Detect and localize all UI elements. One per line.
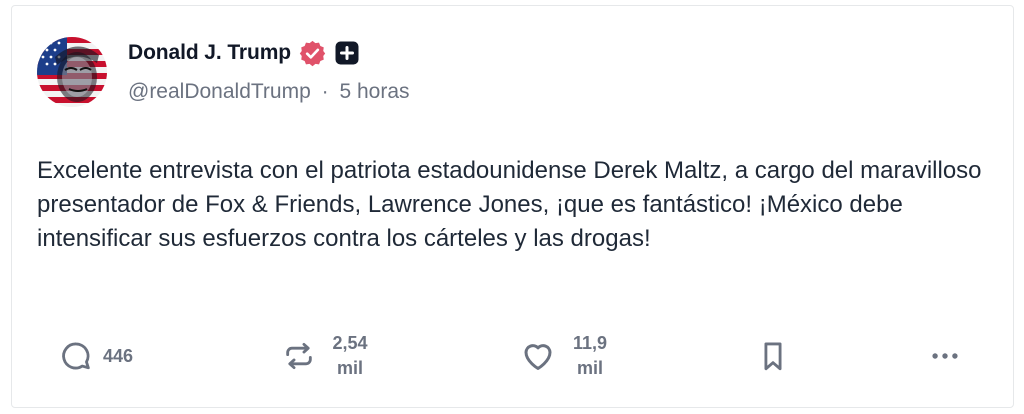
action-bar: 446 2,54 mil 11,9 mil xyxy=(12,326,1013,386)
author-handle[interactable]: @realDonaldTrump xyxy=(128,80,311,103)
post-card[interactable]: Donald J. Trump @realDonaldTrump · 5 hor… xyxy=(11,5,1014,408)
post-text: Excelente entrevista con el patriota est… xyxy=(37,157,982,252)
heart-icon xyxy=(524,344,552,370)
meta-separator: · xyxy=(321,80,329,103)
avatar-image xyxy=(37,37,107,107)
author-row: Donald J. Trump xyxy=(128,36,359,70)
more-dots-icon xyxy=(932,353,958,359)
post-meta: @realDonaldTrump · 5 horas xyxy=(128,80,410,104)
repost-button[interactable]: 2,54 mil xyxy=(282,326,374,386)
repost-count: 2,54 mil xyxy=(326,331,374,381)
reply-button[interactable]: 446 xyxy=(59,326,133,386)
repost-arrows-icon xyxy=(286,342,312,370)
author-name[interactable]: Donald J. Trump xyxy=(128,41,291,65)
post-time[interactable]: 5 horas xyxy=(339,80,409,103)
repost-count-number: 2,54 xyxy=(332,333,368,353)
like-count-unit: mil xyxy=(576,358,603,378)
bookmark-button[interactable] xyxy=(756,326,790,386)
like-count: 11,9 mil xyxy=(566,331,614,381)
avatar[interactable] xyxy=(37,37,107,107)
reply-count: 446 xyxy=(103,345,134,366)
more-options-button[interactable] xyxy=(928,326,962,386)
like-count-number: 11,9 xyxy=(572,333,608,353)
verified-badge-icon xyxy=(298,39,327,68)
like-button[interactable]: 11,9 mil xyxy=(520,326,614,386)
repost-count-unit: mil xyxy=(336,358,363,378)
plus-badge-icon xyxy=(335,41,359,65)
comment-bubble-icon xyxy=(62,342,90,370)
bookmark-icon xyxy=(764,342,782,371)
